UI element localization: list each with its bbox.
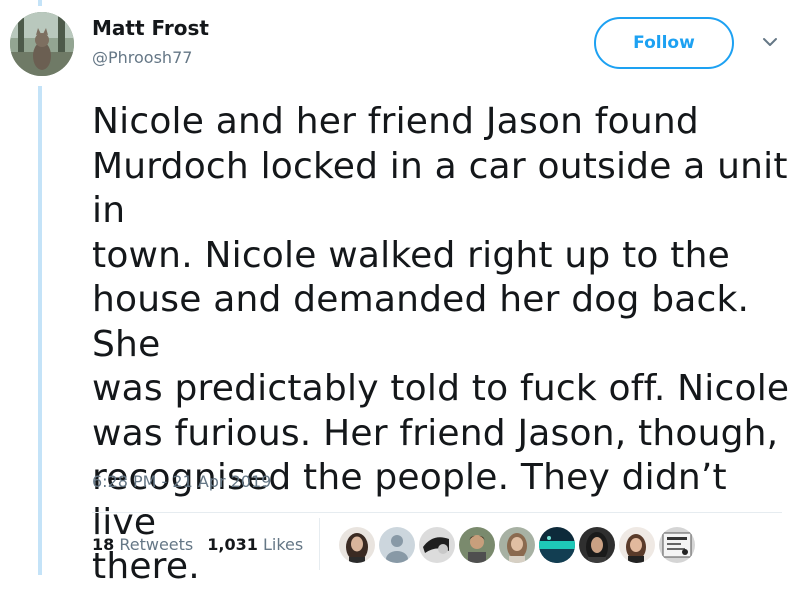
stats-divider xyxy=(319,518,320,570)
follow-button[interactable]: Follow xyxy=(594,17,734,69)
retweets-count: 18 xyxy=(92,535,115,554)
liker-avatar[interactable] xyxy=(497,525,537,565)
liker-avatar[interactable] xyxy=(617,525,657,565)
tweet-timestamp[interactable]: 6:28 PM - 21 Apr 2019 xyxy=(92,472,271,492)
liker-avatar[interactable] xyxy=(577,525,617,565)
retweets-stat[interactable]: 18 Retweets xyxy=(92,535,193,554)
avatar-photo xyxy=(10,12,74,76)
divider xyxy=(92,512,782,513)
retweets-label: Retweets xyxy=(119,535,194,554)
liker-avatar[interactable] xyxy=(657,525,697,565)
liker-avatar[interactable] xyxy=(377,525,417,565)
user-handle[interactable]: @Phroosh77 xyxy=(92,48,192,68)
likes-label: Likes xyxy=(262,535,304,554)
thread-line-top xyxy=(38,0,42,6)
liker-avatar[interactable] xyxy=(417,525,457,565)
liker-avatar[interactable] xyxy=(537,525,577,565)
liker-avatar[interactable] xyxy=(457,525,497,565)
likes-count: 1,031 xyxy=(207,535,258,554)
avatar[interactable] xyxy=(10,12,74,76)
chevron-down-icon[interactable] xyxy=(762,36,778,48)
liker-avatar[interactable] xyxy=(337,525,377,565)
tweet-stats: 18 Retweets 1,031 Likes xyxy=(92,535,317,555)
user-name[interactable]: Matt Frost xyxy=(92,16,209,40)
likes-stat[interactable]: 1,031 Likes xyxy=(207,535,303,554)
thread-line xyxy=(38,86,42,575)
tweet-text: Nicole and her friend Jason found Murdoc… xyxy=(92,101,790,587)
